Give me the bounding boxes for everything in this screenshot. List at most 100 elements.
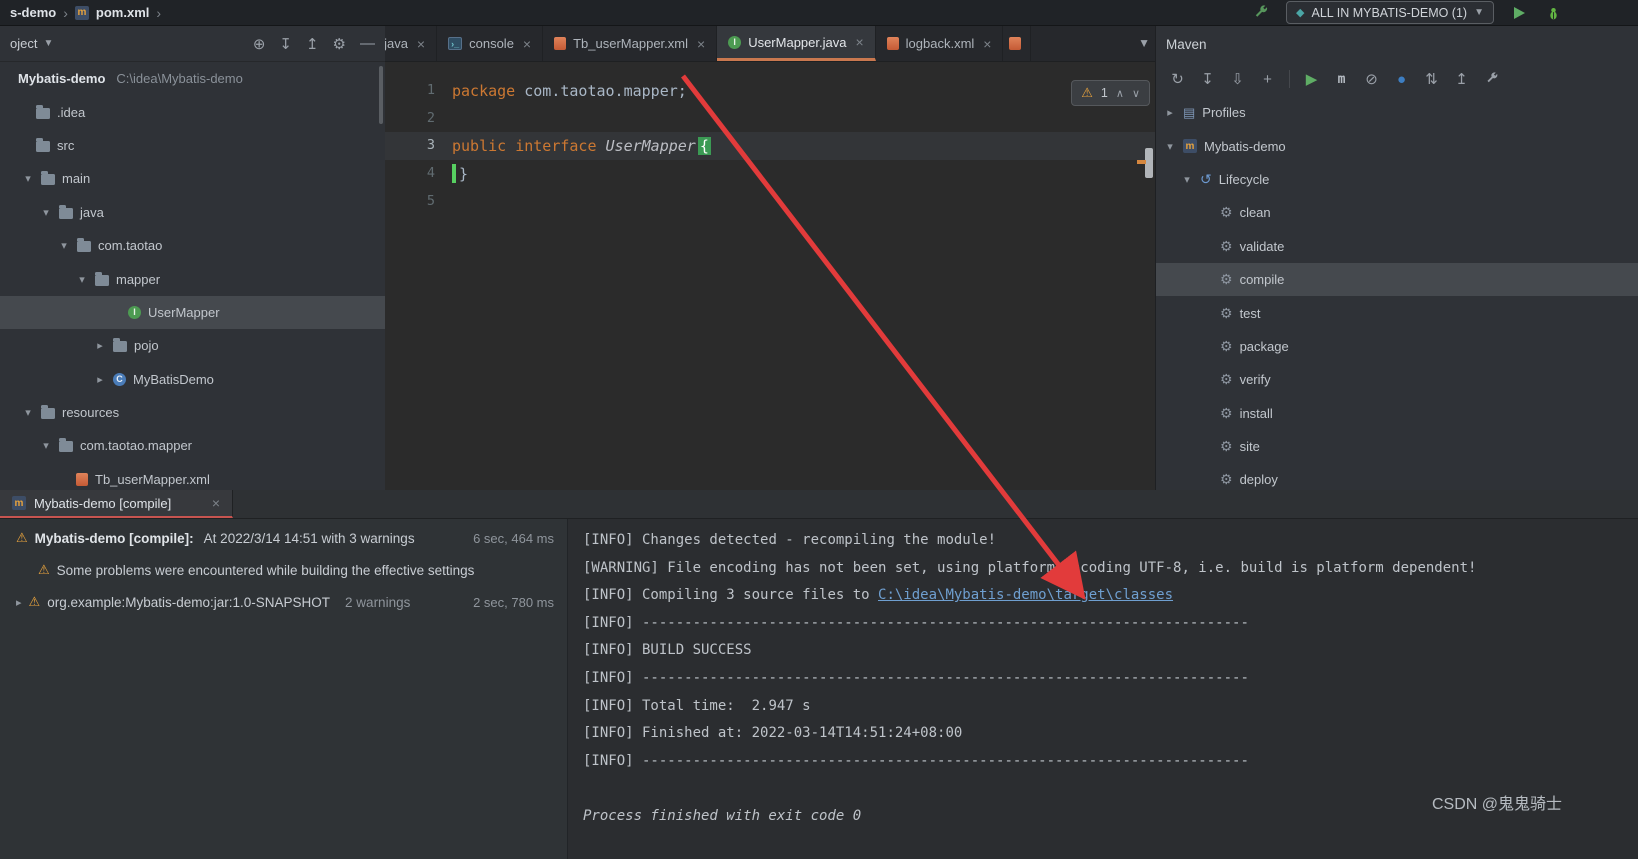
chevron-down-icon[interactable]: ▾	[40, 439, 52, 452]
offline-mode-icon[interactable]: ●	[1393, 71, 1410, 88]
tab-console[interactable]: ›_ console ×	[437, 26, 544, 61]
tree-item-idea[interactable]: .idea	[0, 95, 385, 128]
console-line: [INFO] BUILD SUCCESS	[583, 637, 1638, 665]
maven-module-icon: m	[1183, 139, 1197, 154]
maven-goal-verify[interactable]: ⚙ verify	[1156, 363, 1638, 396]
show-dependencies-icon[interactable]: ⇅	[1423, 70, 1440, 88]
add-icon[interactable]: +	[1259, 71, 1276, 88]
code-text: }	[459, 164, 469, 183]
run-maven-icon[interactable]: ▶	[1303, 70, 1320, 88]
chevron-right-icon[interactable]: ▸	[94, 373, 106, 386]
tab-usermapper-java[interactable]: I UserMapper.java ×	[717, 26, 876, 61]
tree-item-mapper[interactable]: ▾ mapper	[0, 262, 385, 295]
close-icon[interactable]: ×	[855, 34, 863, 50]
tree-item-label: .idea	[57, 104, 86, 120]
tree-item-pojo[interactable]: ▸ pojo	[0, 329, 385, 362]
tree-item-usermapper[interactable]: I UserMapper	[0, 295, 385, 330]
tab-mybatis-demo-compile[interactable]: m Mybatis-demo [compile] ×	[0, 490, 233, 518]
collapse-all-icon[interactable]: ↥	[1453, 70, 1470, 88]
inspections-widget[interactable]: ⚠ 1 ∧ ∨	[1071, 80, 1150, 106]
maven-goal-validate[interactable]: ⚙ validate	[1156, 230, 1638, 263]
editor-scrollbar-thumb[interactable]	[1145, 148, 1153, 178]
run-config-select[interactable]: ◆ ALL IN MYBATIS-DEMO (1) ▼	[1286, 1, 1494, 24]
maven-item-label: clean	[1239, 205, 1271, 221]
collapse-all-icon[interactable]: ↧	[279, 35, 292, 53]
run-button[interactable]	[1510, 4, 1528, 22]
tab-no-java[interactable]: no.java ×	[385, 26, 438, 61]
package-icon	[113, 338, 127, 353]
close-icon[interactable]: ×	[523, 36, 531, 52]
goal-icon: ⚙	[1220, 237, 1233, 254]
log-text: ----------------------------------------…	[633, 614, 1249, 631]
chevron-down-icon[interactable]: ▾	[40, 206, 52, 219]
download-sources-icon[interactable]: ↧	[1199, 70, 1216, 88]
project-scrollbar-thumb[interactable]	[379, 66, 383, 124]
skip-tests-icon[interactable]: ⊘	[1363, 70, 1380, 88]
classes-path-link[interactable]: C:\idea\Mybatis-demo\target\classes	[878, 587, 1173, 603]
breadcrumb-file[interactable]: pom.xml	[96, 5, 149, 20]
tree-item-tb-usermapper-xml[interactable]: Tb_userMapper.xml	[0, 463, 385, 490]
maven-settings-icon[interactable]	[1483, 72, 1500, 86]
hide-panel-icon[interactable]: —	[360, 35, 375, 52]
error-stripe-mark[interactable]	[1137, 160, 1146, 164]
chevron-right-icon[interactable]: ▸	[94, 339, 106, 352]
chevron-right-icon[interactable]: ▸	[16, 596, 22, 609]
run-config-icon: ◆	[1296, 7, 1305, 19]
tree-item-com-taotao[interactable]: ▾ com.taotao	[0, 229, 385, 262]
tree-item-java[interactable]: ▾ java	[0, 196, 385, 229]
chevron-down-icon[interactable]: ▾	[22, 406, 34, 419]
warning-icon: ⚠	[16, 530, 28, 545]
close-icon[interactable]: ×	[417, 36, 425, 52]
next-warning-icon[interactable]: ∨	[1132, 87, 1140, 100]
refresh-icon[interactable]: ↻	[1169, 70, 1186, 88]
maven-item-project[interactable]: ▾ m Mybatis-demo	[1156, 129, 1638, 162]
chevron-down-icon[interactable]: ▾	[1181, 173, 1193, 186]
tree-item-resources[interactable]: ▾ resources	[0, 396, 385, 429]
tree-item-com-taotao-mapper[interactable]: ▾ com.taotao.mapper	[0, 429, 385, 462]
tab-partial[interactable]	[1003, 26, 1032, 61]
maven-goal-test[interactable]: ⚙ test	[1156, 296, 1638, 329]
maven-item-lifecycle[interactable]: ▾ ↺ Lifecycle	[1156, 163, 1638, 196]
gear-icon[interactable]: ⚙	[333, 35, 346, 53]
close-icon[interactable]: ×	[697, 36, 705, 52]
maven-goal-package[interactable]: ⚙ package	[1156, 330, 1638, 363]
chevron-down-icon[interactable]: ▾	[22, 172, 34, 185]
tree-item-project-root[interactable]: Mybatis-demo C:\idea\Mybatis-demo	[0, 62, 385, 95]
chevron-down-icon[interactable]: ▾	[76, 273, 88, 286]
project-tool-window-header: oject ▼ ⊕ ↧ ↥ ⚙ —	[0, 26, 385, 62]
locate-file-icon[interactable]: ⊕	[253, 35, 266, 53]
maven-item-profiles[interactable]: ▸ ▤ Profiles	[1156, 96, 1638, 129]
project-header-label[interactable]: oject	[10, 36, 37, 51]
chevron-down-icon[interactable]: ▾	[58, 239, 70, 252]
maven-goal-site[interactable]: ⚙ site	[1156, 430, 1638, 463]
prev-warning-icon[interactable]: ∧	[1116, 87, 1124, 100]
tree-item-src[interactable]: src	[0, 129, 385, 162]
close-icon[interactable]: ×	[212, 495, 220, 511]
build-warning-row[interactable]: ⚠ Some problems were encountered while b…	[0, 554, 567, 586]
wrench-icon[interactable]	[1252, 4, 1270, 22]
maven-goal-clean[interactable]: ⚙ clean	[1156, 196, 1638, 229]
tree-item-label: mapper	[116, 271, 161, 287]
tab-logback-xml[interactable]: logback.xml ×	[876, 26, 1004, 61]
code-editor[interactable]: package com.taotao.mapper; public interf…	[385, 62, 1155, 490]
maven-goal-deploy[interactable]: ⚙ deploy	[1156, 463, 1638, 490]
interface-name: UserMapper	[596, 137, 696, 156]
maven-goal-compile[interactable]: ⚙ compile	[1156, 262, 1638, 297]
breadcrumb-project[interactable]: s-demo	[10, 5, 56, 20]
tab-tb-usermapper-xml[interactable]: Tb_userMapper.xml ×	[543, 26, 718, 61]
execute-goal-icon[interactable]: m	[1333, 72, 1350, 87]
tree-item-main[interactable]: ▾ main	[0, 162, 385, 195]
close-icon[interactable]: ×	[983, 36, 991, 52]
keyword: public interface	[452, 137, 597, 156]
tree-item-mybatisdemo[interactable]: ▸ C MyBatisDemo	[0, 363, 385, 396]
hidden-tabs-chevron-icon[interactable]: ▼	[1138, 36, 1150, 50]
expand-all-icon[interactable]: ↥	[306, 35, 319, 53]
goal-icon: ⚙	[1220, 371, 1233, 388]
chevron-down-icon[interactable]: ▾	[1164, 140, 1176, 153]
maven-goal-install[interactable]: ⚙ install	[1156, 397, 1638, 430]
download-icon[interactable]: ⇩	[1229, 70, 1246, 88]
debug-button[interactable]	[1544, 4, 1562, 22]
build-root-row[interactable]: ⚠ Mybatis-demo [compile]: At 2022/3/14 1…	[0, 522, 567, 554]
chevron-right-icon[interactable]: ▸	[1164, 106, 1176, 119]
build-artifact-row[interactable]: ▸ ⚠ org.example:Mybatis-demo:jar:1.0-SNA…	[0, 586, 567, 618]
